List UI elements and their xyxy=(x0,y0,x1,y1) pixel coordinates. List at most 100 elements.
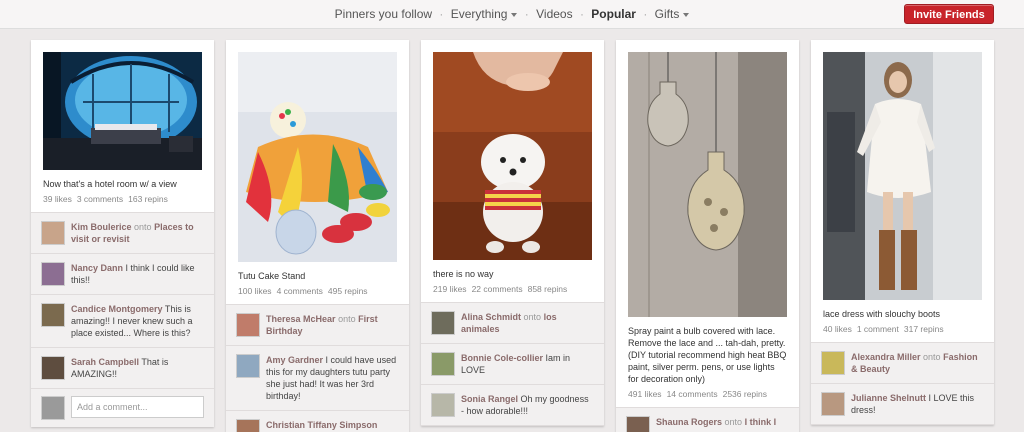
pin-comments-count[interactable]: 3 comments xyxy=(77,194,123,204)
nav-links: Pinners you follow · Everything · Videos… xyxy=(0,7,1024,21)
avatar[interactable] xyxy=(236,354,260,378)
avatar[interactable] xyxy=(431,352,455,376)
pin-repins[interactable]: 858 repins xyxy=(528,284,568,294)
comment-body: Bonnie Cole-collier Iam in LOVE xyxy=(461,352,594,376)
commenter-name[interactable]: Sarah Campbell xyxy=(71,357,139,367)
pin-repins[interactable]: 317 repins xyxy=(904,324,944,334)
comment-item: Julianne Shelnutt I LOVE this dress! xyxy=(811,384,994,425)
pin-image-lace-dress[interactable] xyxy=(823,52,982,300)
commenter-name[interactable]: Shauna Rogers xyxy=(656,417,722,427)
pin-card: there is no way 219 likes 22 comments 858 … xyxy=(421,40,604,426)
avatar[interactable] xyxy=(236,419,260,432)
comment-body: Christian Tiffany Simpson xyxy=(266,419,377,432)
commenter-name[interactable]: Julianne Shelnutt xyxy=(851,393,926,403)
comment-item: Christian Tiffany Simpson xyxy=(226,411,409,432)
commenter-name[interactable]: Kim Boulerice xyxy=(71,222,132,232)
comment-body: Alexandra Miller onto Fashion & Beauty xyxy=(851,351,984,375)
pin-comments-count[interactable]: 4 comments xyxy=(277,286,323,296)
pin-image-puppy[interactable] xyxy=(433,52,592,260)
onto-label: onto xyxy=(523,312,542,322)
avatar[interactable] xyxy=(431,311,455,335)
comment-list: Kim Boulerice onto Places to visit or re… xyxy=(31,212,214,427)
pin-likes[interactable]: 40 likes xyxy=(823,324,852,334)
comment-item: Shauna Rogers onto I think I xyxy=(616,408,799,432)
commenter-name[interactable]: Candice Montgomery xyxy=(71,304,163,314)
comment-body: Sonia Rangel Oh my goodness - how adorab… xyxy=(461,393,594,417)
pin-description: Spray paint a bulb covered with lace. Re… xyxy=(628,326,787,384)
comment-item: Alexandra Miller onto Fashion & Beauty xyxy=(811,343,994,384)
pin-image-lace-bulbs[interactable] xyxy=(628,52,787,317)
commenter-name[interactable]: Theresa McHear xyxy=(266,314,336,324)
avatar[interactable] xyxy=(821,392,845,416)
pin-description: there is no way xyxy=(433,269,494,279)
nav-videos[interactable]: Videos xyxy=(536,7,572,21)
pin-card: Now that's a hotel room w/ a view 39 lik… xyxy=(31,40,214,427)
commenter-name[interactable]: Nancy Dann xyxy=(71,263,123,273)
comment-item: Nancy Dann I think I could like this!! xyxy=(31,254,214,295)
comment-body: Shauna Rogers onto I think I xyxy=(656,416,776,432)
avatar[interactable] xyxy=(41,356,65,380)
commenter-name[interactable]: Sonia Rangel xyxy=(461,394,518,404)
commenter-name[interactable]: Christian Tiffany Simpson xyxy=(266,420,377,430)
comment-item: Kim Boulerice onto Places to visit or re… xyxy=(31,213,214,254)
onto-label: onto xyxy=(724,417,743,427)
nav-pinners-you-follow[interactable]: Pinners you follow xyxy=(335,7,432,21)
commenter-name[interactable]: Alina Schmidt xyxy=(461,312,521,322)
commenter-name[interactable]: Alexandra Miller xyxy=(851,352,921,362)
nav-popular[interactable]: Popular xyxy=(591,7,636,21)
pin-image-hotel-room[interactable] xyxy=(43,52,202,170)
pin-description: Now that's a hotel room w/ a view xyxy=(43,179,177,189)
avatar[interactable] xyxy=(41,262,65,286)
onto-label: onto xyxy=(338,314,356,324)
pin-stats: 40 likes 1 comment 317 repins xyxy=(811,322,994,342)
comment-item: Amy Gardner I could have used this for m… xyxy=(226,346,409,411)
add-comment-input[interactable]: Add a comment... xyxy=(71,396,204,418)
nav-everything[interactable]: Everything xyxy=(451,7,518,21)
comment-list: Shauna Rogers onto I think I xyxy=(616,407,799,432)
avatar[interactable] xyxy=(431,393,455,417)
avatar[interactable] xyxy=(41,221,65,245)
add-comment-row: Add a comment... xyxy=(31,389,214,427)
nav-gifts-label: Gifts xyxy=(654,7,680,21)
chevron-down-icon xyxy=(683,12,690,17)
pin-card: Spray paint a bulb covered with lace. Re… xyxy=(616,40,799,432)
pin-stats: 39 likes 3 comments 163 repins xyxy=(31,192,214,212)
pin-likes[interactable]: 219 likes xyxy=(433,284,467,294)
onto-label: onto xyxy=(923,352,941,362)
pin-comments-count[interactable]: 1 comment xyxy=(857,324,899,334)
comment-item: Theresa McHear onto First Birthday xyxy=(226,305,409,346)
pin-image-tutu-cake-stand[interactable] xyxy=(238,52,397,262)
invite-friends-button[interactable]: Invite Friends xyxy=(904,4,994,24)
pin-description: Tutu Cake Stand xyxy=(238,271,306,281)
comment-body: Sarah Campbell That is AMAZING!! xyxy=(71,356,204,380)
avatar[interactable] xyxy=(821,351,845,375)
commenter-name[interactable]: Bonnie Cole-collier xyxy=(461,353,543,363)
avatar[interactable] xyxy=(626,416,650,432)
pin-repins[interactable]: 163 repins xyxy=(128,194,168,204)
pin-likes[interactable]: 39 likes xyxy=(43,194,72,204)
nav-everything-label: Everything xyxy=(450,7,508,21)
pin-comments-count[interactable]: 22 comments xyxy=(472,284,523,294)
pin-comments-count[interactable]: 14 comments xyxy=(667,389,718,399)
top-nav-bar: Pinners you follow · Everything · Videos… xyxy=(0,0,1024,29)
onto-label: onto xyxy=(134,222,152,232)
pin-likes[interactable]: 491 likes xyxy=(628,389,662,399)
pin-card: lace dress with slouchy boots 40 likes 1 … xyxy=(811,40,994,425)
nav-separator: · xyxy=(439,7,444,21)
nav-gifts[interactable]: Gifts xyxy=(655,7,690,21)
comment-list: Theresa McHear onto First Birthday Amy G… xyxy=(226,304,409,432)
nav-separator: · xyxy=(643,7,648,21)
comment-item: Sonia Rangel Oh my goodness - how adorab… xyxy=(421,385,604,426)
comment-item: Bonnie Cole-collier Iam in LOVE xyxy=(421,344,604,385)
comment-item: Sarah Campbell That is AMAZING!! xyxy=(31,348,214,389)
pin-repins[interactable]: 495 repins xyxy=(328,286,368,296)
pin-likes[interactable]: 100 likes xyxy=(238,286,272,296)
avatar[interactable] xyxy=(236,313,260,337)
commenter-name[interactable]: Amy Gardner xyxy=(266,355,323,365)
comment-list: Alina Schmidt onto los animales Bonnie C… xyxy=(421,302,604,426)
avatar xyxy=(41,396,65,420)
avatar[interactable] xyxy=(41,303,65,327)
board-name[interactable]: I think I xyxy=(745,417,777,427)
pin-stats: 491 likes 14 comments 2536 repins xyxy=(616,387,799,407)
pin-repins[interactable]: 2536 repins xyxy=(723,389,767,399)
